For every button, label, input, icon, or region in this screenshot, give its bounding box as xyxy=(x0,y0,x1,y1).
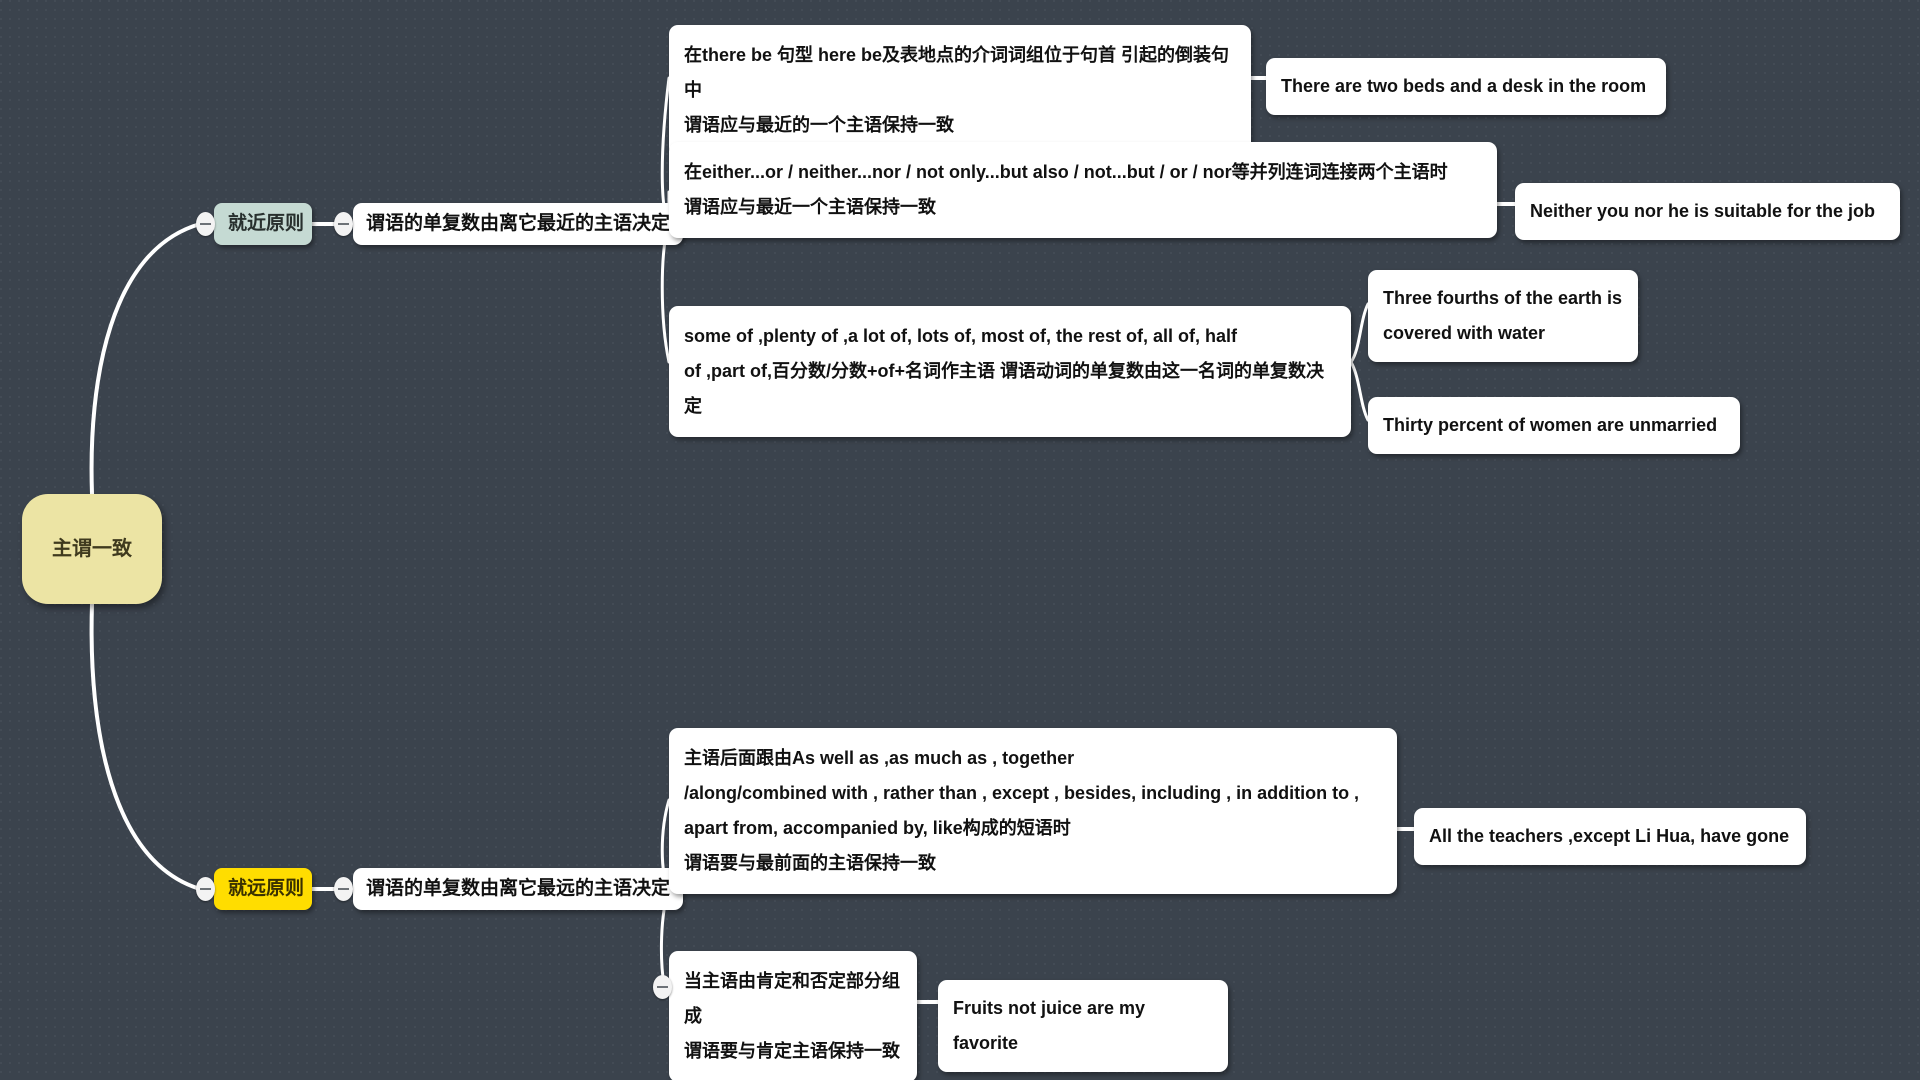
example-node-three-fourths-text: Three fourths of the earth is covered wi… xyxy=(1383,288,1623,344)
example-node-neither-you-nor-he-text: Neither you nor he is suitable for the j… xyxy=(1530,201,1876,221)
detail-node-either-or-text: 在either...or / neither...nor / not only.… xyxy=(684,162,1448,218)
branch-label-jiyuan[interactable]: 就远原则 xyxy=(214,868,312,910)
summary-node-jiyuan-text: 谓语的单复数由离它最远的主语决定 xyxy=(366,877,671,899)
summary-node-jiyuan[interactable]: 谓语的单复数由离它最远的主语决定 xyxy=(353,868,684,910)
summary-node-jinjin-text: 谓语的单复数由离它最近的主语决定 xyxy=(366,212,671,234)
example-node-fruits-not-juice[interactable]: Fruits not juice are my favorite xyxy=(938,980,1228,1073)
detail-node-either-or[interactable]: 在either...or / neither...nor / not only.… xyxy=(669,142,1497,239)
root-node[interactable]: 主谓一致 xyxy=(22,494,162,604)
example-node-there-are-two-beds-text: There are two beds and a desk in the roo… xyxy=(1281,76,1647,96)
branch-label-jinjin[interactable]: 就近原则 xyxy=(214,203,312,245)
example-node-neither-you-nor-he[interactable]: Neither you nor he is suitable for the j… xyxy=(1515,183,1900,241)
example-node-fruits-not-juice-text: Fruits not juice are my favorite xyxy=(953,998,1146,1054)
example-node-three-fourths[interactable]: Three fourths of the earth is covered wi… xyxy=(1368,270,1638,363)
example-node-there-are-two-beds[interactable]: There are two beds and a desk in the roo… xyxy=(1266,58,1666,116)
example-node-all-the-teachers[interactable]: All the teachers ,except Li Hua, have go… xyxy=(1414,808,1806,866)
detail-node-some-of[interactable]: some of ,plenty of ,a lot of, lots of, m… xyxy=(669,306,1351,438)
collapse-minus-icon[interactable] xyxy=(196,212,215,236)
mindmap-canvas: 主谓一致 就近原则 谓语的单复数由离它最近的主语决定 在there be 句型 … xyxy=(0,0,1920,1080)
collapse-minus-icon[interactable] xyxy=(334,212,353,236)
collapse-minus-icon[interactable] xyxy=(334,877,353,901)
detail-node-affirmative-negative-text: 当主语由肯定和否定部分组成 谓语要与肯定主语保持一致 xyxy=(684,971,900,1062)
example-node-thirty-percent-text: Thirty percent of women are unmarried xyxy=(1383,415,1718,435)
branch-label-jinjin-text: 就近原则 xyxy=(228,212,305,234)
detail-node-there-be-text: 在there be 句型 here be及表地点的介词词组位于句首 引起的倒装句… xyxy=(684,45,1230,136)
detail-node-as-well-as-text: 主语后面跟由As well as ,as much as , together … xyxy=(684,748,1360,874)
collapse-minus-icon[interactable] xyxy=(196,877,215,901)
summary-node-jinjin[interactable]: 谓语的单复数由离它最近的主语决定 xyxy=(353,203,684,245)
example-node-all-the-teachers-text: All the teachers ,except Li Hua, have go… xyxy=(1429,826,1790,846)
detail-node-as-well-as[interactable]: 主语后面跟由As well as ,as much as , together … xyxy=(669,728,1397,895)
collapse-minus-icon[interactable] xyxy=(653,975,672,999)
detail-node-some-of-text: some of ,plenty of ,a lot of, lots of, m… xyxy=(684,326,1324,417)
detail-node-there-be[interactable]: 在there be 句型 here be及表地点的介词词组位于句首 引起的倒装句… xyxy=(669,25,1251,157)
detail-node-affirmative-negative[interactable]: 当主语由肯定和否定部分组成 谓语要与肯定主语保持一致 xyxy=(669,951,917,1080)
root-node-label: 主谓一致 xyxy=(52,537,132,560)
branch-label-jiyuan-text: 就远原则 xyxy=(228,877,305,899)
example-node-thirty-percent[interactable]: Thirty percent of women are unmarried xyxy=(1368,397,1740,455)
